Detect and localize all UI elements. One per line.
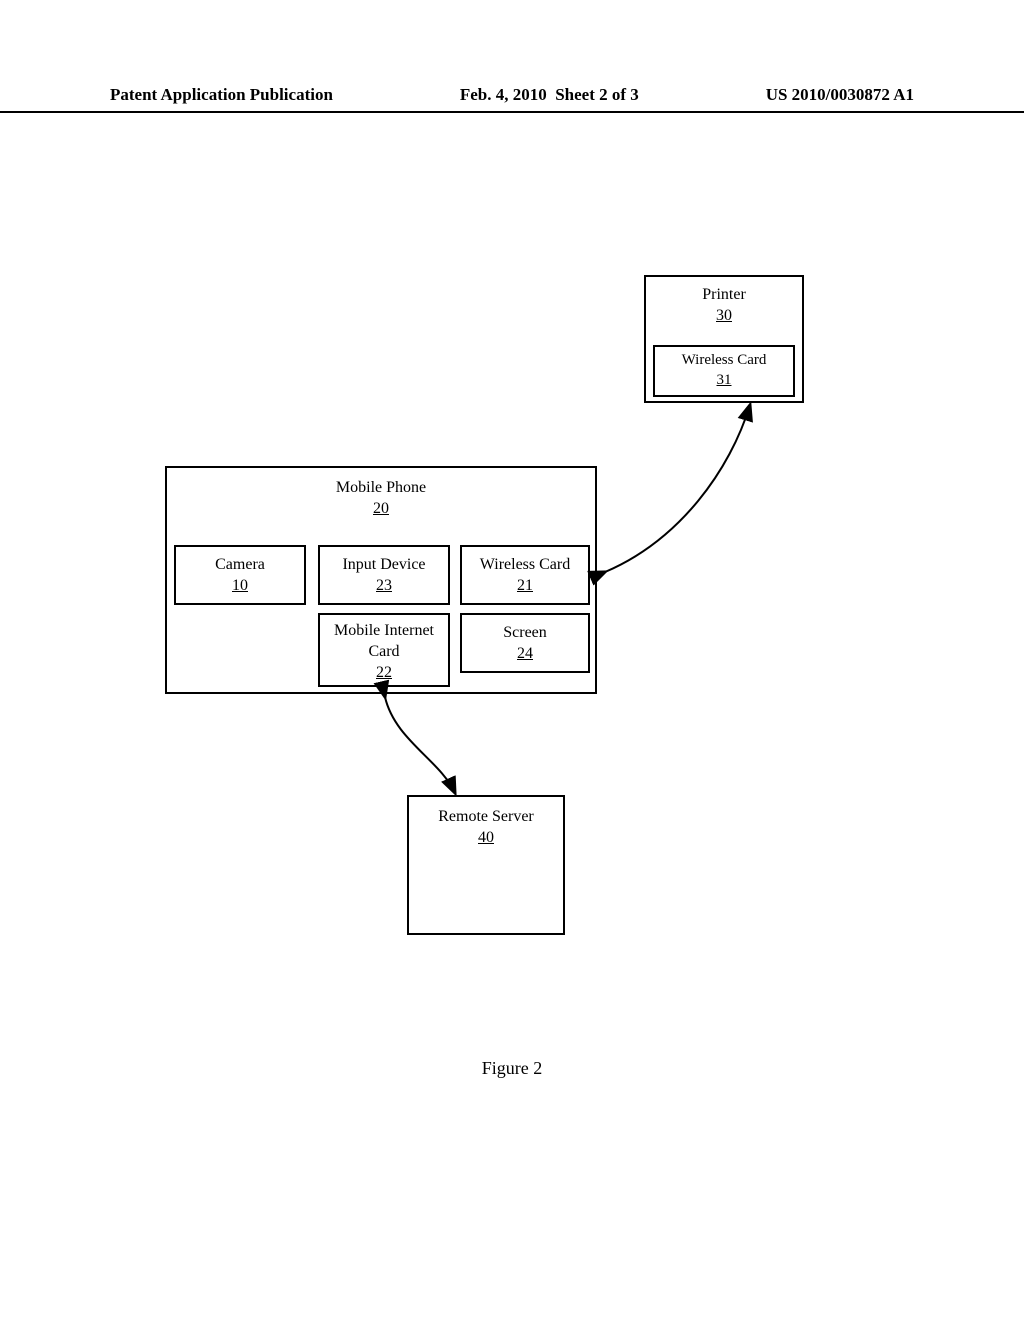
input-device-box: Input Device 23	[318, 545, 450, 605]
mobile-phone-title: Mobile Phone	[336, 478, 426, 499]
phone-wireless-card-ref: 21	[517, 576, 533, 597]
mobile-internet-card-title-2: Card	[368, 642, 399, 663]
mobile-phone-ref: 20	[373, 499, 389, 520]
phone-wireless-card-box: Wireless Card 21	[460, 545, 590, 605]
figure-caption: Figure 2	[482, 1058, 543, 1079]
remote-server-title: Remote Server	[438, 807, 534, 828]
mobile-internet-card-box: Mobile Internet Card 22	[318, 613, 450, 687]
input-device-ref: 23	[376, 576, 392, 597]
phone-wireless-card-title: Wireless Card	[480, 555, 570, 576]
printer-title: Printer	[702, 285, 746, 306]
phone-server-link	[385, 697, 455, 793]
input-device-title: Input Device	[342, 555, 425, 576]
remote-server-ref: 40	[478, 828, 494, 849]
printer-wireless-card-ref: 31	[717, 371, 732, 391]
screen-title: Screen	[503, 623, 547, 644]
mobile-internet-card-title-1: Mobile Internet	[334, 621, 434, 642]
remote-server-box: Remote Server 40	[407, 795, 565, 935]
printer-ref: 30	[716, 306, 732, 327]
camera-ref: 10	[232, 576, 248, 597]
phone-printer-link	[605, 405, 750, 572]
camera-title: Camera	[215, 555, 265, 576]
printer-wireless-card-title: Wireless Card	[682, 351, 767, 371]
printer-wireless-card-box: Wireless Card 31	[653, 345, 795, 397]
camera-box: Camera 10	[174, 545, 306, 605]
mobile-internet-card-ref: 22	[376, 663, 392, 684]
screen-ref: 24	[517, 644, 533, 665]
figure-2-diagram: Printer 30 Wireless Card 31 Mobile Phone…	[0, 0, 1024, 1320]
screen-box: Screen 24	[460, 613, 590, 673]
